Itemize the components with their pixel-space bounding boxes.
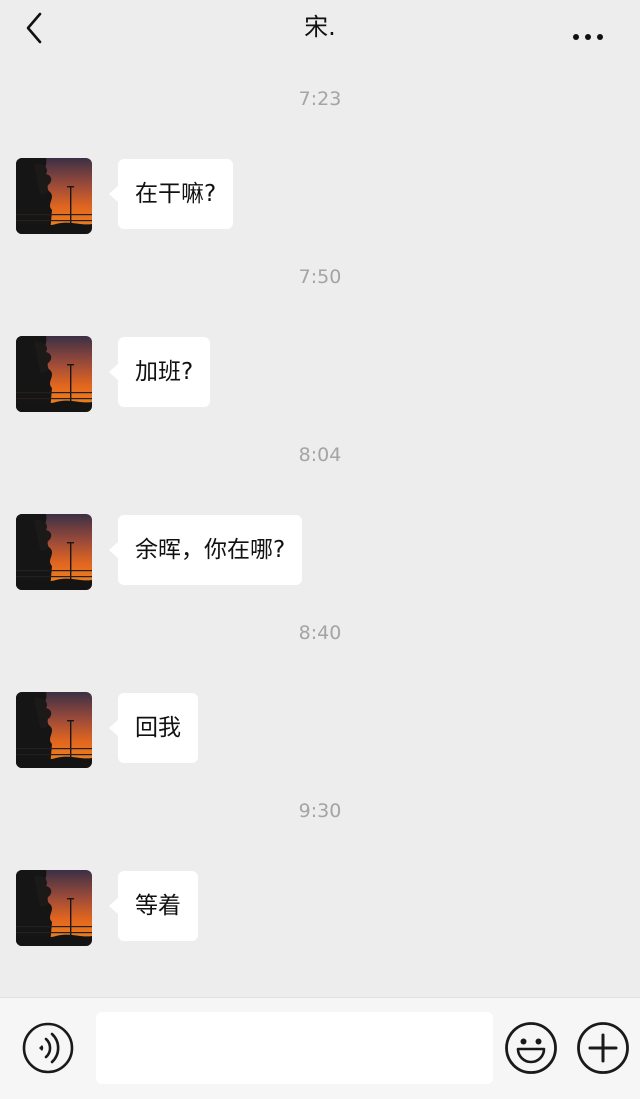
contact-avatar[interactable] <box>16 692 92 768</box>
chat-header: 宋. <box>0 0 640 56</box>
plus-button[interactable] <box>576 1021 630 1075</box>
contact-avatar[interactable] <box>16 870 92 946</box>
message-timestamp: 9:30 <box>298 800 342 822</box>
more-button[interactable] <box>566 22 612 50</box>
sunset-avatar-image <box>16 514 92 590</box>
message-bubble[interactable]: 加班? <box>108 337 211 407</box>
emoji-icon <box>505 1022 557 1074</box>
emoji-button[interactable] <box>504 1021 558 1075</box>
message-bubble[interactable]: 等着 <box>109 871 198 941</box>
chat-title: 宋. <box>304 13 336 41</box>
message-timestamp: 8:40 <box>298 622 342 644</box>
plus-icon <box>577 1022 629 1074</box>
more-dots-icon <box>573 34 603 40</box>
chat-screen: 宋. 7:23 在干嘛? 7:50 加班? 8:04 余晖，你在哪? 8:40 … <box>0 0 640 1099</box>
voice-button[interactable] <box>22 1022 74 1074</box>
message-input-bar <box>0 997 640 1099</box>
contact-avatar[interactable] <box>16 514 92 590</box>
contact-avatar[interactable] <box>16 158 92 234</box>
message-bubble[interactable]: 在干嘛? <box>108 159 234 229</box>
contact-avatar[interactable] <box>16 336 92 412</box>
message-text-input[interactable] <box>96 1012 493 1084</box>
sunset-avatar-image <box>16 336 92 412</box>
sunset-avatar-image <box>16 692 92 768</box>
message-timestamp: 7:23 <box>298 88 342 110</box>
voice-icon <box>22 1022 74 1074</box>
sunset-avatar-image <box>16 158 92 234</box>
message-timestamp: 7:50 <box>298 266 342 288</box>
message-bubble[interactable]: 回我 <box>109 693 198 763</box>
message-bubble[interactable]: 余晖，你在哪? <box>108 515 303 585</box>
sunset-avatar-image <box>16 870 92 946</box>
message-timestamp: 8:04 <box>298 444 342 466</box>
